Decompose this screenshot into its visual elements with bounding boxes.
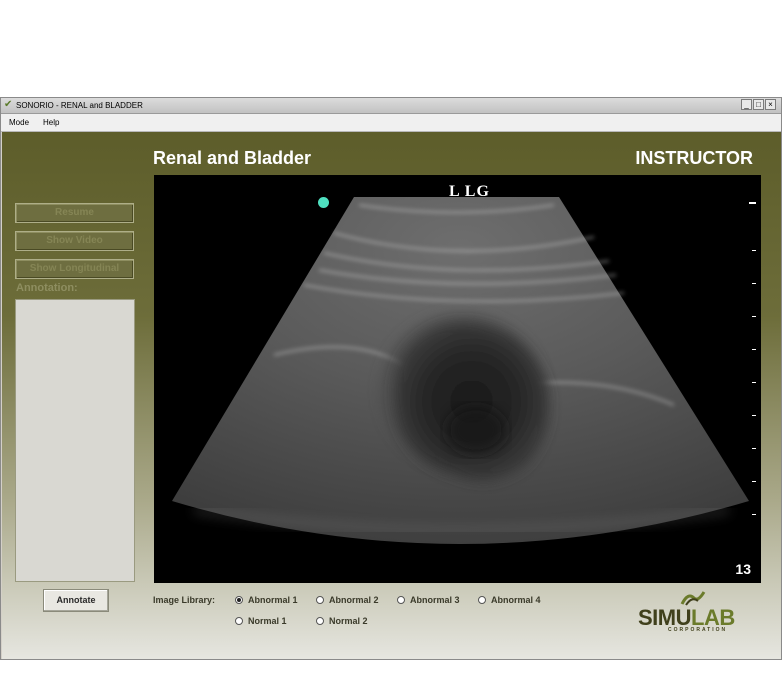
- role-label: INSTRUCTOR: [635, 148, 753, 168]
- radio-label: Normal 1: [248, 616, 287, 626]
- radio-icon[interactable]: [478, 595, 486, 604]
- radio-label: Abnormal 4: [491, 595, 541, 605]
- depth-tick: [752, 349, 756, 350]
- resume-button[interactable]: Resume: [15, 203, 134, 223]
- radio-icon[interactable]: [235, 616, 243, 625]
- ultrasound-viewer: L LG 13: [154, 175, 761, 583]
- radio-abnormal-4[interactable]: Abnormal 4: [478, 595, 541, 606]
- radio-abnormal-2[interactable]: Abnormal 2: [316, 595, 379, 606]
- depth-tick: [752, 283, 756, 284]
- radio-label: Abnormal 1: [248, 595, 298, 605]
- simulab-logo: SIMULAB CORPORATION: [638, 588, 763, 634]
- depth-tick: [752, 250, 756, 251]
- annotation-label: Annotation:: [16, 282, 78, 294]
- radio-normal-2[interactable]: Normal 2: [316, 616, 368, 627]
- image-library-label: Image Library:: [153, 595, 216, 605]
- depth-tick: [752, 514, 756, 515]
- depth-tick: [749, 202, 756, 204]
- ultrasound-image: [172, 197, 749, 544]
- menu-bar: Mode Help: [1, 114, 781, 132]
- minimize-button[interactable]: _: [741, 99, 752, 110]
- menu-mode[interactable]: Mode: [9, 117, 29, 128]
- radio-icon[interactable]: [316, 616, 324, 625]
- orientation-marker: [318, 197, 329, 208]
- show-video-button[interactable]: Show Video: [15, 231, 134, 251]
- radio-label: Abnormal 3: [410, 595, 460, 605]
- close-button[interactable]: ×: [765, 99, 776, 110]
- radio-normal-1[interactable]: Normal 1: [235, 616, 287, 627]
- title-bar[interactable]: ✔ SONORIO - RENAL and BLADDER _ □ ×: [1, 98, 781, 114]
- depth-tick: [752, 481, 756, 482]
- radio-label: Normal 2: [329, 616, 368, 626]
- radio-label: Abnormal 2: [329, 595, 379, 605]
- app-icon: ✔: [4, 99, 13, 110]
- radio-icon[interactable]: [316, 595, 324, 604]
- show-longitudinal-button[interactable]: Show Longitudinal: [15, 259, 134, 279]
- menu-help[interactable]: Help: [43, 117, 59, 128]
- ultrasound-label: L LG: [449, 183, 490, 200]
- radio-selected-icon[interactable]: [235, 595, 243, 604]
- annotate-button[interactable]: Annotate: [43, 589, 109, 612]
- page-title: Renal and Bladder: [153, 148, 312, 168]
- radio-icon[interactable]: [397, 595, 405, 604]
- radio-abnormal-3[interactable]: Abnormal 3: [397, 595, 460, 606]
- depth-tick: [752, 448, 756, 449]
- annotation-textarea[interactable]: [15, 299, 135, 582]
- app-window: ✔ SONORIO - RENAL and BLADDER _ □ × Mode…: [0, 97, 782, 660]
- radio-abnormal-1[interactable]: Abnormal 1: [235, 595, 298, 606]
- depth-tick: [752, 382, 756, 383]
- logo-mark-icon: [680, 591, 706, 606]
- main-panel: Renal and Bladder INSTRUCTOR Resume Show…: [2, 132, 781, 659]
- frame-number: 13: [735, 561, 751, 577]
- window-title: SONORIO - RENAL and BLADDER: [16, 101, 143, 110]
- maximize-button[interactable]: □: [753, 99, 764, 110]
- depth-tick: [752, 415, 756, 416]
- logo-subtext: CORPORATION: [668, 627, 728, 633]
- depth-tick: [752, 316, 756, 317]
